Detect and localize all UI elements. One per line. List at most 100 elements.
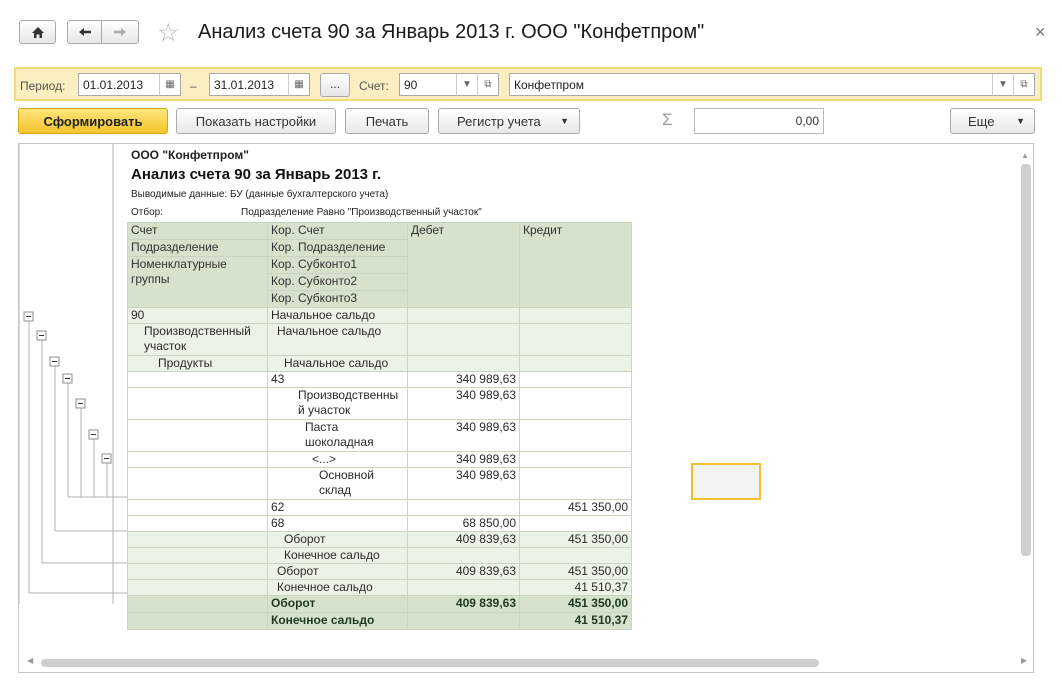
scroll-up-icon[interactable]: ▲ (1021, 151, 1029, 160)
calendar-from-button[interactable]: ▦ (159, 73, 181, 96)
table-cell[interactable]: <...> (267, 451, 408, 468)
table-cell[interactable] (127, 451, 268, 468)
table-cell[interactable] (407, 547, 520, 564)
organization-open-button[interactable]: ⧉ (1013, 73, 1035, 96)
table-cell[interactable]: 451 350,00 (519, 499, 632, 516)
table-cell[interactable]: 451 350,00 (519, 563, 632, 580)
table-cell[interactable] (519, 355, 632, 372)
table-cell[interactable]: 62 (267, 499, 408, 516)
table-cell[interactable] (407, 307, 520, 324)
register-button[interactable]: Регистр учета ▼ (438, 108, 580, 134)
account-field[interactable]: 90 (399, 73, 457, 96)
table-cell[interactable] (127, 563, 268, 580)
calendar-to-button[interactable]: ▦ (288, 73, 310, 96)
account-dropdown-button[interactable]: ▼ (456, 73, 478, 96)
table-cell[interactable] (519, 419, 632, 452)
table-cell[interactable]: Основной склад (267, 467, 408, 500)
sigma-icon: Σ (662, 110, 673, 129)
table-cell[interactable] (519, 307, 632, 324)
organization-field[interactable]: Конфетпром (509, 73, 993, 96)
organization-dropdown-button[interactable]: ▼ (992, 73, 1014, 96)
table-cell[interactable]: 340 989,63 (407, 387, 520, 420)
table-cell[interactable] (407, 323, 520, 356)
calendar-icon: ▦ (165, 79, 175, 90)
table-cell[interactable] (127, 547, 268, 564)
header-cell: Подразделение (127, 239, 268, 257)
show-settings-button[interactable]: Показать настройки (176, 108, 336, 134)
date-from-field[interactable]: 01.01.2013 (78, 73, 160, 96)
table-cell[interactable] (127, 371, 268, 388)
table-cell[interactable]: 340 989,63 (407, 467, 520, 500)
more-button[interactable]: Еще ▼ (950, 108, 1035, 134)
table-cell[interactable] (519, 451, 632, 468)
table-cell[interactable]: 68 (267, 515, 408, 532)
star-icon[interactable]: ☆ (157, 18, 179, 48)
print-button[interactable]: Печать (345, 108, 429, 134)
generate-button[interactable]: Сформировать (18, 108, 168, 134)
table-cell[interactable] (127, 467, 268, 500)
scroll-right-icon[interactable]: ▶ (1021, 656, 1027, 665)
table-cell[interactable]: Начальное сальдо (267, 323, 408, 356)
table-cell[interactable] (407, 612, 520, 630)
table-cell[interactable]: Конечное сальдо (267, 612, 408, 630)
open-icon: ⧉ (1020, 79, 1028, 90)
table-cell[interactable]: Паста шоколадная (267, 419, 408, 452)
table-cell[interactable] (519, 323, 632, 356)
back-button[interactable] (67, 20, 102, 44)
table-cell[interactable]: Начальное сальдо (267, 307, 408, 324)
table-cell[interactable] (407, 579, 520, 596)
table-cell[interactable] (127, 579, 268, 596)
table-cell[interactable] (127, 595, 268, 613)
period-select-button[interactable]: ... (320, 73, 350, 97)
table-cell[interactable]: Конечное сальдо (267, 547, 408, 564)
table-cell[interactable]: 451 350,00 (519, 531, 632, 548)
table-cell[interactable]: 409 839,63 (407, 563, 520, 580)
more-label: Еще (968, 113, 995, 129)
table-cell[interactable]: Оборот (267, 563, 408, 580)
table-cell[interactable] (519, 547, 632, 564)
filter-bar: Период: 01.01.2013 ▦ – 31.01.2013 ▦ ... … (14, 67, 1042, 101)
header-cell: Кор. Субконто2 (267, 273, 408, 291)
table-cell[interactable]: 41 510,37 (519, 579, 632, 596)
account-open-button[interactable]: ⧉ (477, 73, 499, 96)
table-cell[interactable]: 41 510,37 (519, 612, 632, 630)
table-cell[interactable] (127, 499, 268, 516)
table-cell[interactable]: 90 (127, 307, 268, 324)
table-cell[interactable] (127, 531, 268, 548)
forward-button[interactable] (101, 20, 139, 44)
table-cell[interactable]: 451 350,00 (519, 595, 632, 613)
selected-cell[interactable] (691, 463, 761, 500)
table-cell[interactable] (519, 467, 632, 500)
table-cell[interactable] (407, 499, 520, 516)
date-to-field[interactable]: 31.01.2013 (209, 73, 289, 96)
table-cell[interactable]: 409 839,63 (407, 531, 520, 548)
table-cell[interactable]: 43 (267, 371, 408, 388)
table-cell[interactable]: Конечное сальдо (267, 579, 408, 596)
table-cell[interactable]: Оборот (267, 595, 408, 613)
table-cell[interactable]: 68 850,00 (407, 515, 520, 532)
table-cell[interactable] (519, 515, 632, 532)
horizontal-scrollbar[interactable] (41, 659, 819, 667)
table-cell[interactable]: 409 839,63 (407, 595, 520, 613)
table-cell[interactable]: Начальное сальдо (267, 355, 408, 372)
table-cell[interactable]: Оборот (267, 531, 408, 548)
report-area[interactable]: ООО "Конфетпром" Анализ счета 90 за Янва… (18, 143, 1034, 673)
table-cell[interactable]: 340 989,63 (407, 371, 520, 388)
table-cell[interactable]: 340 989,63 (407, 451, 520, 468)
table-cell[interactable] (127, 419, 268, 452)
table-cell[interactable]: Производственный участок (267, 387, 408, 420)
table-cell[interactable] (519, 387, 632, 420)
vertical-scrollbar[interactable] (1021, 164, 1031, 556)
table-cell[interactable]: Производственный участок (127, 323, 268, 356)
table-cell[interactable]: 340 989,63 (407, 419, 520, 452)
close-icon[interactable]: × (1035, 22, 1046, 43)
table-cell[interactable]: Продукты (127, 355, 268, 372)
page-title: Анализ счета 90 за Январь 2013 г. ООО "К… (198, 21, 705, 43)
table-cell[interactable] (127, 387, 268, 420)
home-button[interactable] (19, 20, 56, 44)
table-cell[interactable] (519, 371, 632, 388)
table-cell[interactable] (127, 612, 268, 630)
table-cell[interactable] (407, 355, 520, 372)
scroll-left-icon[interactable]: ◀ (27, 656, 33, 665)
table-cell[interactable] (127, 515, 268, 532)
